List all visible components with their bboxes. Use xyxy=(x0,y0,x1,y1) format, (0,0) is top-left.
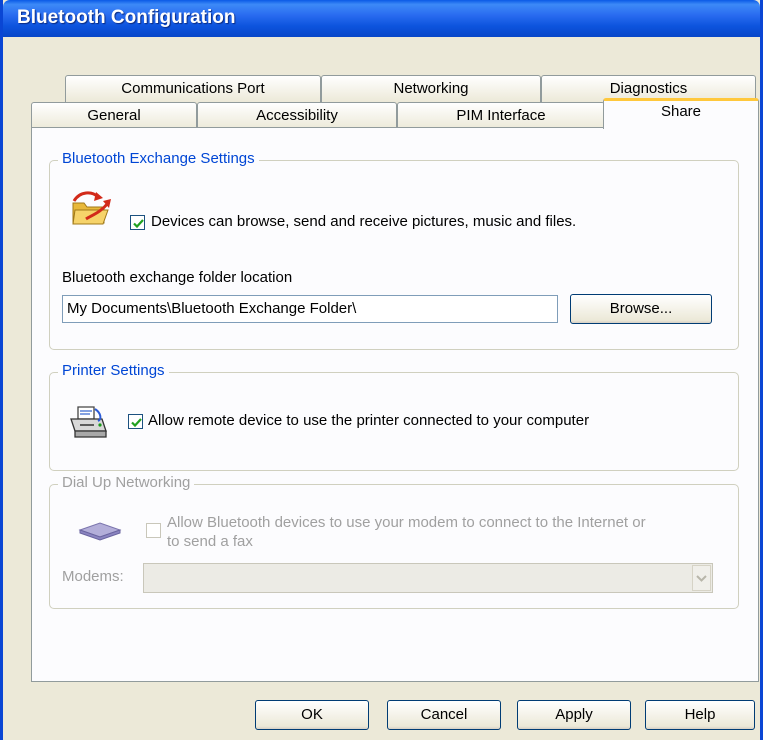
printer-checkbox[interactable] xyxy=(128,414,143,429)
printer-group-title: Printer Settings xyxy=(58,362,169,379)
printer-checkbox-label: Allow remote device to use the printer c… xyxy=(148,412,590,429)
exchange-checkbox[interactable] xyxy=(130,215,145,230)
ok-button[interactable]: OK xyxy=(255,700,369,730)
help-button[interactable]: Help xyxy=(645,700,755,730)
cancel-button[interactable]: Cancel xyxy=(387,700,501,730)
dialog-window: Bluetooth Configuration Communications P… xyxy=(0,0,763,740)
tab-communications-port[interactable]: Communications Port xyxy=(65,75,321,102)
tab-accessibility[interactable]: Accessibility xyxy=(197,102,397,129)
folder-location-label: Bluetooth exchange folder location xyxy=(62,269,293,286)
dropdown-arrow-icon[interactable] xyxy=(692,565,711,591)
browse-button[interactable]: Browse... xyxy=(570,294,712,324)
dialup-networking-group: Dial Up Networking Allow Bluetooth devic… xyxy=(49,474,739,609)
tab-panel-share: Bluetooth Exchange Settings Devices can … xyxy=(31,127,759,682)
apply-button[interactable]: Apply xyxy=(517,700,631,730)
dialup-checkbox-label-line1: Allow Bluetooth devices to use your mode… xyxy=(167,514,646,531)
dialup-group-title: Dial Up Networking xyxy=(58,474,195,491)
folder-send-icon xyxy=(70,189,112,227)
tab-pim-interface[interactable]: PIM Interface xyxy=(397,102,605,129)
tab-share[interactable]: Share xyxy=(603,98,759,129)
exchange-group-title: Bluetooth Exchange Settings xyxy=(58,150,259,167)
dialup-checkbox[interactable] xyxy=(146,523,161,538)
exchange-settings-group: Bluetooth Exchange Settings Devices can … xyxy=(49,150,739,350)
printer-settings-group: Printer Settings Allow remote device to … xyxy=(49,362,739,471)
tab-general[interactable]: General xyxy=(31,102,197,129)
exchange-checkbox-label: Devices can browse, send and receive pic… xyxy=(151,213,577,230)
modems-dropdown[interactable] xyxy=(143,563,713,593)
modem-icon xyxy=(78,521,122,541)
dialup-checkbox-label-line2: to send a fax xyxy=(167,533,253,550)
modems-label: Modems: xyxy=(62,568,124,585)
printer-icon xyxy=(68,403,108,443)
window-title: Bluetooth Configuration xyxy=(17,7,236,28)
folder-location-input[interactable]: My Documents\Bluetooth Exchange Folder\ xyxy=(62,295,558,323)
tab-networking[interactable]: Networking xyxy=(321,75,541,102)
title-bar[interactable]: Bluetooth Configuration xyxy=(3,0,760,37)
